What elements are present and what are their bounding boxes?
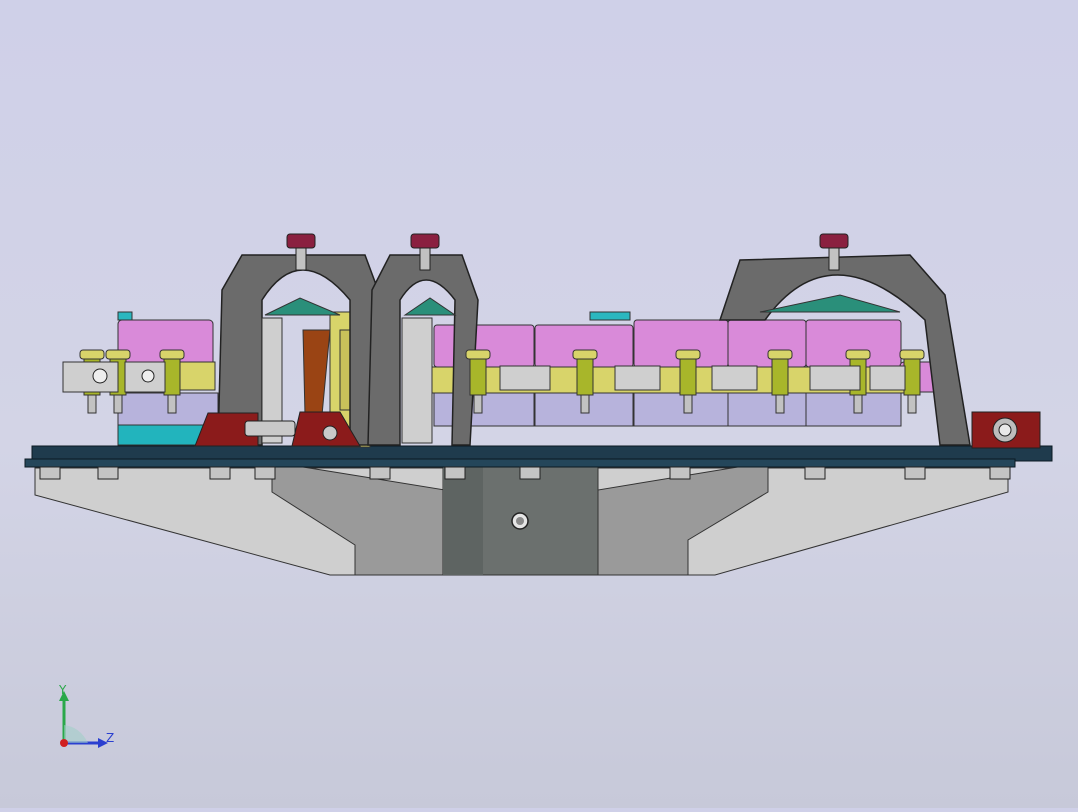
z-axis-label: Z — [106, 731, 114, 745]
base-bolt — [904, 466, 926, 480]
coordinate-triad: Y Z — [58, 685, 114, 748]
base-bolt — [669, 466, 691, 480]
slide-pin — [244, 420, 296, 437]
base-bolt — [519, 466, 541, 480]
base-bolt — [97, 466, 119, 480]
cad-viewport[interactable]: Y Z — [0, 0, 1078, 808]
x-axis-dot — [60, 739, 68, 747]
base-bolt — [39, 466, 61, 480]
assembly-model[interactable] — [0, 0, 1078, 808]
base-bolt — [369, 466, 391, 480]
base-bolt — [209, 466, 231, 480]
y-axis-label: Y — [58, 685, 67, 697]
base-bolt — [254, 466, 276, 480]
base-bolt — [444, 466, 466, 480]
base-bolt — [804, 466, 826, 480]
base-bolt — [989, 466, 1011, 480]
brown-link — [302, 329, 331, 416]
